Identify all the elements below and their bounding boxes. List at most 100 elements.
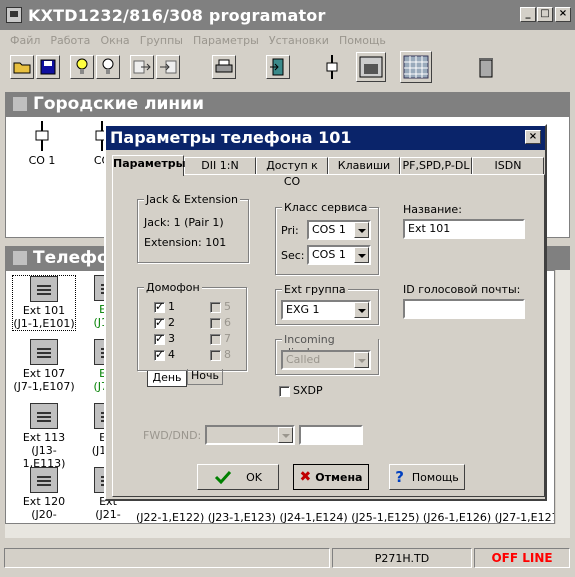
menu-work[interactable]: Работа <box>50 34 90 47</box>
tab-parameters[interactable]: Параметры <box>112 155 186 176</box>
intercom-label-6: 6 <box>224 316 231 329</box>
menu-windows[interactable]: Окна <box>100 34 129 47</box>
sxdp-label: SXDP <box>293 384 323 397</box>
cancel-label: Отмена <box>315 470 363 484</box>
tab-keys[interactable]: Клавиши <box>328 157 400 175</box>
fwd-dnd-select[interactable] <box>205 425 295 445</box>
tab-dii[interactable]: DII 1:N <box>184 157 256 175</box>
sec-select[interactable]: COS 1 <box>307 245 371 265</box>
co-line-icon[interactable] <box>320 55 344 79</box>
intercom-checkbox-5[interactable] <box>210 302 221 313</box>
help-button[interactable]: ? Помощь <box>389 464 465 490</box>
tab-pf-spd[interactable]: PF,SPD,P-DL <box>400 157 472 175</box>
ext-group-group: Ext группа EXG 1 <box>275 283 379 325</box>
grid-icon[interactable] <box>400 51 432 83</box>
phone-item[interactable]: Ext 113 (J13-1,E113) <box>12 403 76 470</box>
close-app-button[interactable]: × <box>555 7 571 22</box>
maximize-button[interactable]: □ <box>537 7 553 22</box>
phones-row-tail: (J22-1,E122) (J23-1,E123) (J24-1,E124) (… <box>136 511 555 524</box>
window-icon <box>13 251 27 265</box>
tab-isdn[interactable]: ISDN <box>472 157 544 175</box>
chevron-down-icon <box>354 247 369 263</box>
ext-group-value: EXG 1 <box>286 303 320 316</box>
cancel-button[interactable]: ✖ Отмена <box>293 464 369 490</box>
phone-icon <box>30 403 58 429</box>
menu-settings[interactable]: Установки <box>269 34 329 47</box>
minimize-button[interactable]: _ <box>520 7 536 22</box>
intercom-label-2: 2 <box>168 316 175 329</box>
help-label: Помощь <box>411 470 459 484</box>
dialog-close-button[interactable]: × <box>525 130 541 144</box>
ok-button[interactable]: OK <box>197 464 279 490</box>
sec-value: COS 1 <box>312 248 346 261</box>
ext-group-label: Ext группа <box>282 283 348 296</box>
phone-icon <box>30 339 58 365</box>
vertical-scrollbar[interactable] <box>556 270 570 524</box>
sxdp-checkbox[interactable] <box>279 386 290 397</box>
phones-title: Телефо <box>33 248 109 268</box>
x-icon: ✖ <box>299 469 312 485</box>
question-icon: ? <box>395 468 404 486</box>
open-folder-icon[interactable] <box>10 55 34 79</box>
status-bar: P271H.TD OFF LINE <box>0 546 575 570</box>
bulb-on-icon[interactable] <box>70 55 94 79</box>
intercom-label-3: 3 <box>168 332 175 345</box>
class-service-group: Класс сервиса Pri: COS 1 Sec: COS 1 <box>275 201 379 275</box>
intercom-checkbox-4[interactable] <box>154 348 165 361</box>
app-title-bar: KXTD1232/816/308 programator _ □ × <box>0 0 575 30</box>
trash-icon[interactable] <box>474 55 498 79</box>
jack-extension-group: Jack & Extension Jack: 1 (Pair 1) Extens… <box>137 193 249 263</box>
pri-select[interactable]: COS 1 <box>307 220 371 240</box>
ext-group-select[interactable]: EXG 1 <box>281 300 371 320</box>
export-icon[interactable] <box>130 55 154 79</box>
sec-label: Sec: <box>281 249 305 262</box>
menu-help[interactable]: Помощь <box>339 34 386 47</box>
menu-parameters[interactable]: Параметры <box>193 34 259 47</box>
intercom-label-1: 1 <box>168 300 175 313</box>
intercom-checkbox-8[interactable] <box>210 350 221 361</box>
tab-day[interactable]: День <box>147 371 187 387</box>
tab-co-access[interactable]: Доступ к CO <box>256 157 328 188</box>
incoming-select[interactable]: Called <box>281 350 371 370</box>
fwd-dnd-input[interactable] <box>299 425 363 445</box>
bulb-off-icon[interactable] <box>96 55 120 79</box>
chevron-down-icon <box>278 427 293 443</box>
lines-title: Городские линии <box>33 94 204 114</box>
exit-door-icon[interactable] <box>266 55 290 79</box>
name-input[interactable]: Ext 101 <box>403 219 525 239</box>
menu-file[interactable]: Файл <box>10 34 40 47</box>
tab-night[interactable]: Ночь <box>187 369 223 385</box>
intercom-label-7: 7 <box>224 332 231 345</box>
save-icon[interactable] <box>36 55 60 79</box>
horizontal-scrollbar[interactable] <box>5 524 570 538</box>
line-item[interactable]: CO 1 <box>10 121 74 167</box>
menu-groups[interactable]: Группы <box>140 34 183 47</box>
import-icon[interactable] <box>156 55 180 79</box>
checkmark-icon <box>215 470 232 484</box>
name-label: Название: <box>403 203 462 216</box>
intercom-label-5: 5 <box>224 300 231 313</box>
tab-panel: Jack & Extension Jack: 1 (Pair 1) Extens… <box>112 174 545 497</box>
voicemail-input[interactable] <box>403 299 525 319</box>
app-icon[interactable] <box>6 7 22 23</box>
intercom-checkbox-7[interactable] <box>210 334 221 345</box>
jack-text: Jack: 1 (Pair 1) <box>144 216 224 229</box>
intercom-checkbox-6[interactable] <box>210 318 221 329</box>
dialog-title: Параметры телефона 101 <box>106 126 545 150</box>
phone-item[interactable]: Ext 107 (J7-1,E107) <box>12 339 76 393</box>
phone-params-dialog: Параметры телефона 101 × Параметры DII 1… <box>104 124 547 501</box>
phone-item[interactable]: Ext 120 (J20-1,E120) <box>12 467 76 523</box>
ok-label: OK <box>246 470 262 484</box>
phone-icon[interactable] <box>356 52 386 82</box>
intercom-checkbox-1[interactable] <box>154 300 165 313</box>
phone-jack: (J21-1,E121) <box>87 508 130 523</box>
intercom-checkbox-3[interactable] <box>154 332 165 345</box>
intercom-checkbox-2[interactable] <box>154 316 165 329</box>
chevron-down-icon <box>354 302 369 318</box>
incoming-display-group: Incoming display Called <box>275 333 379 375</box>
print-icon[interactable] <box>212 55 236 79</box>
voicemail-label: ID голосовой почты: <box>403 283 521 296</box>
phone-item[interactable]: Ext 101 (J1-1,E101) <box>12 275 76 331</box>
jack-group-label: Jack & Extension <box>144 193 240 206</box>
co-line-icon <box>35 121 49 151</box>
